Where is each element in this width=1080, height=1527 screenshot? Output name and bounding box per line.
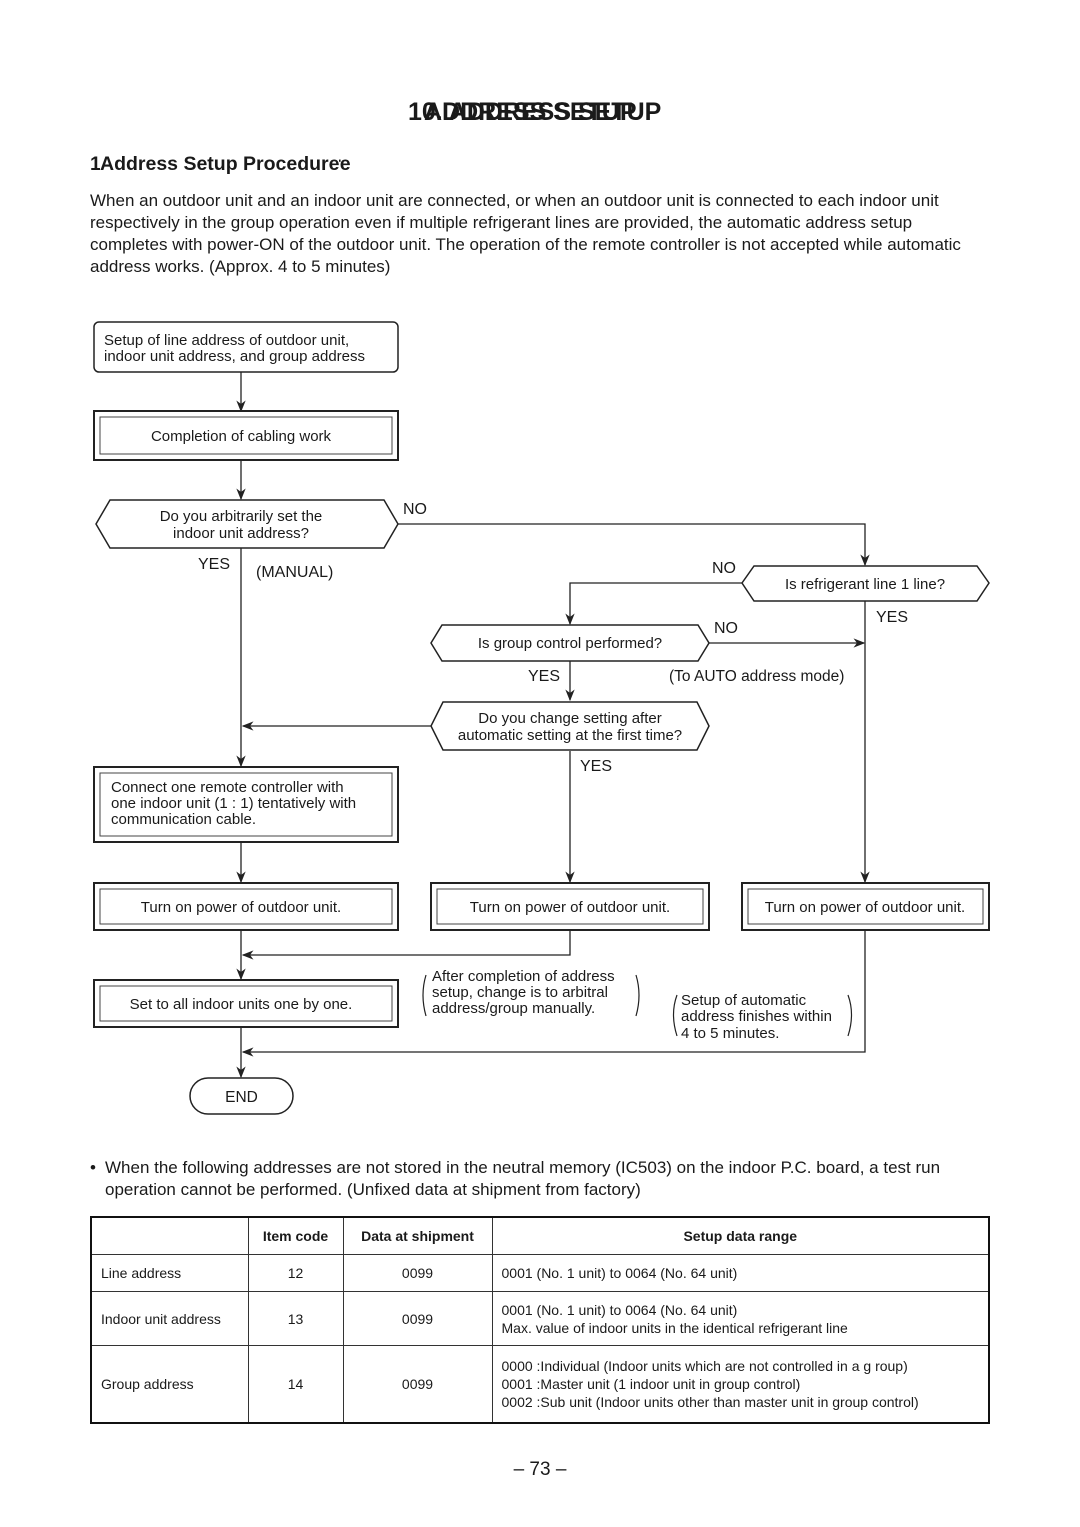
start-box-line-2: indoor unit address, and group address [104,348,365,365]
note-auto-line-3: 4 to 5 minutes. [681,1025,779,1042]
decision-group: Is group control performed? [430,624,710,662]
note-manual-line-1: After completion of address [432,968,615,985]
note-auto: Setup of automatic address finishes with… [672,992,853,1042]
note-auto-line-2: address finishes within [681,1008,832,1025]
decision-refrigerant: Is refrigerant line 1 line? [741,565,990,602]
start-box-line-1: Setup of line address of outdoor unit, [104,332,349,349]
address-setup-flowchart: Setup of line address of outdoor unit, i… [93,321,990,1115]
row-range: 0001 (No. 1 unit) to 0064 (No. 64 unit) [491,1254,990,1292]
power-on-1-label: Turn on power of outdoor unit. [141,899,341,916]
decision-arbitrary: Do you arbitrarily set the indoor unit a… [95,499,399,549]
decision-arbitrary-line-2: indoor unit address? [173,525,309,542]
connect-remote-box: Connect one remote controller with one i… [93,766,399,843]
decision-change-line-1: Do you change setting after [478,710,661,727]
row-range-line: 0001 :Master unit (1 indoor unit in grou… [501,1376,801,1392]
row-range-line: Max. value of indoor units in the identi… [501,1319,848,1336]
note-manual-line-3: address/group manually. [432,1000,595,1017]
power-on-box-2: Turn on power of outdoor unit. [430,882,710,931]
decision-change: Do you change setting after automatic se… [430,701,710,751]
row-shipment: 0099 [342,1345,493,1424]
label-manual: (MANUAL) [256,564,333,581]
row-range-line: 0000 :Individual (Indoor units which are… [501,1358,908,1374]
power-on-3-label: Turn on power of outdoor unit. [765,899,965,916]
table-row: Line address 12 0099 0001 (No. 1 unit) t… [90,1254,990,1292]
decision-change-line-2: automatic setting at the first time? [458,727,682,744]
note-manual-line-2: setup, change is to arbitral [432,984,608,1001]
connect-remote-line-3: communication cable. [111,811,256,828]
start-box: Setup of line address of outdoor unit, i… [93,321,399,373]
end-label: END [225,1089,258,1106]
note-manual: After completion of address setup, chang… [422,968,640,1017]
bullet-note: • When the following addresses are not s… [90,1157,990,1201]
label-group-no: NO [714,620,738,637]
label-refrigerant-yes: YES [876,609,908,626]
label-refrigerant-no: NO [712,560,736,577]
table-row: Group address 14 0099 0000 :Individual (… [90,1345,990,1424]
label-group-yes: YES [528,668,560,685]
decision-group-label: Is group control performed? [478,635,662,652]
row-item-code: 13 [247,1291,344,1346]
note-auto-line-1: Setup of automatic [681,992,807,1009]
header-blank [90,1216,249,1255]
row-name: Indoor unit address [90,1291,249,1346]
row-range: 0001 (No. 1 unit) to 0064 (No. 64 unit) … [491,1291,990,1346]
row-shipment: 0099 [342,1254,493,1292]
set-all-label: Set to all indoor units one by one. [130,996,353,1013]
cabling-box: Completion of cabling work [93,410,399,461]
label-arbitrary-yes: YES [198,556,230,573]
table-row: Indoor unit address 13 0099 0001 (No. 1 … [90,1291,990,1346]
bullet-glyph: • [90,1158,96,1177]
row-item-code: 14 [247,1345,344,1424]
cabling-box-label: Completion of cabling work [151,428,332,445]
label-auto-mode: (To AUTO address mode) [669,668,844,685]
page-number: – 73 – [513,1459,567,1480]
connect-remote-line-1: Connect one remote controller with [111,779,344,796]
decision-refrigerant-label: Is refrigerant line 1 line? [785,576,945,593]
end-terminator: END [189,1077,294,1115]
row-range: 0000 :Individual (Indoor units which are… [491,1345,990,1424]
row-name: Line address [90,1254,249,1292]
label-arbitrary-no: NO [403,501,427,518]
header-setup-data-range: Setup data range [491,1216,990,1255]
power-on-2-label: Turn on power of outdoor unit. [470,899,670,916]
row-range-line: 0002 :Sub unit (Indoor units other than … [501,1394,919,1410]
set-all-box: Set to all indoor units one by one. [93,979,399,1028]
connector-refrigerant-no [565,582,742,626]
address-table: Item code Data at shipment Setup data ra… [90,1216,990,1424]
power-on-box-3: Turn on power of outdoor unit. [741,882,990,931]
header-data-at-shipment: Data at shipment [342,1216,493,1255]
connect-remote-line-2: one indoor unit (1 : 1) tentatively with [111,795,356,812]
label-change-yes: YES [580,758,612,775]
row-shipment: 0099 [342,1291,493,1346]
row-name: Group address [90,1345,249,1424]
row-range-line: 0001 (No. 1 unit) to 0064 (No. 64 unit) [501,1301,738,1318]
header-item-code: Item code [247,1216,344,1255]
connector-arbitrary-no [398,523,870,567]
connector-power2-merge [241,930,571,960]
power-on-box-1: Turn on power of outdoor unit. [93,882,399,931]
table-header-row: Item code Data at shipment Setup data ra… [90,1216,990,1255]
bullet-note-text: When the following addresses are not sto… [105,1158,941,1199]
decision-arbitrary-line-1: Do you arbitrarily set the [160,508,323,525]
row-range-line: 0001 (No. 1 unit) to 0064 (No. 64 unit) [501,1265,738,1281]
row-item-code: 12 [247,1254,344,1292]
